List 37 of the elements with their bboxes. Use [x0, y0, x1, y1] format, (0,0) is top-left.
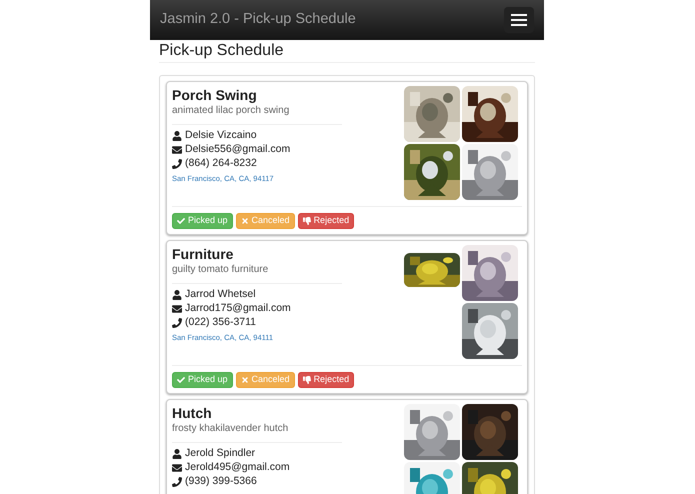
contact-phone: (022) 356-3711: [185, 315, 256, 330]
phone-icon: [172, 477, 182, 487]
contact-phone: (939) 399-5366: [185, 474, 257, 490]
envelope-icon: [172, 145, 182, 155]
page-title: Pick-up Schedule: [159, 41, 285, 61]
status-button[interactable]: Picked up: [172, 213, 233, 229]
status-button[interactable]: Picked up: [172, 372, 233, 388]
contact-email: Jerold495@gmail.com: [185, 460, 290, 476]
item-title: Furniture: [172, 245, 234, 263]
contact-phone: (864) 264-8232: [185, 156, 257, 172]
contact-name: Jerold Spindler: [185, 446, 256, 462]
person-icon: [172, 290, 182, 300]
phone-icon: [172, 159, 182, 169]
item-subtitle: animated lilac porch swing: [172, 104, 290, 118]
person-icon: [172, 131, 182, 141]
envelope-icon: [172, 463, 182, 473]
thumbs-down-icon: [302, 217, 311, 225]
contact-email: Delsie556@gmail.com: [185, 142, 290, 158]
item-title: Porch Swing: [172, 86, 258, 104]
thumbs-down-icon: [302, 376, 311, 384]
item-subtitle: frosty khakilavender hutch: [172, 422, 290, 436]
check-icon: [177, 217, 185, 225]
person-icon: [172, 449, 182, 459]
app-title: Jasmin 2.0 - Pick-up Schedule: [160, 10, 356, 30]
contact-email: Jarrod175@gmail.com: [185, 301, 291, 316]
menu-button[interactable]: [504, 7, 534, 33]
item-title: Hutch: [172, 404, 213, 422]
x-icon: [240, 376, 249, 384]
status-button[interactable]: Rejected: [298, 213, 354, 229]
contact-name: Delsie Vizcaino: [185, 128, 257, 144]
x-icon: [240, 217, 249, 225]
status-button[interactable]: Rejected: [298, 372, 354, 388]
contact-name: Jarrod Whetsel: [185, 287, 256, 302]
envelope-icon: [172, 304, 182, 314]
phone-icon: [172, 318, 182, 328]
item-subtitle: guilty tomato furniture: [172, 263, 270, 277]
check-icon: [177, 376, 185, 384]
